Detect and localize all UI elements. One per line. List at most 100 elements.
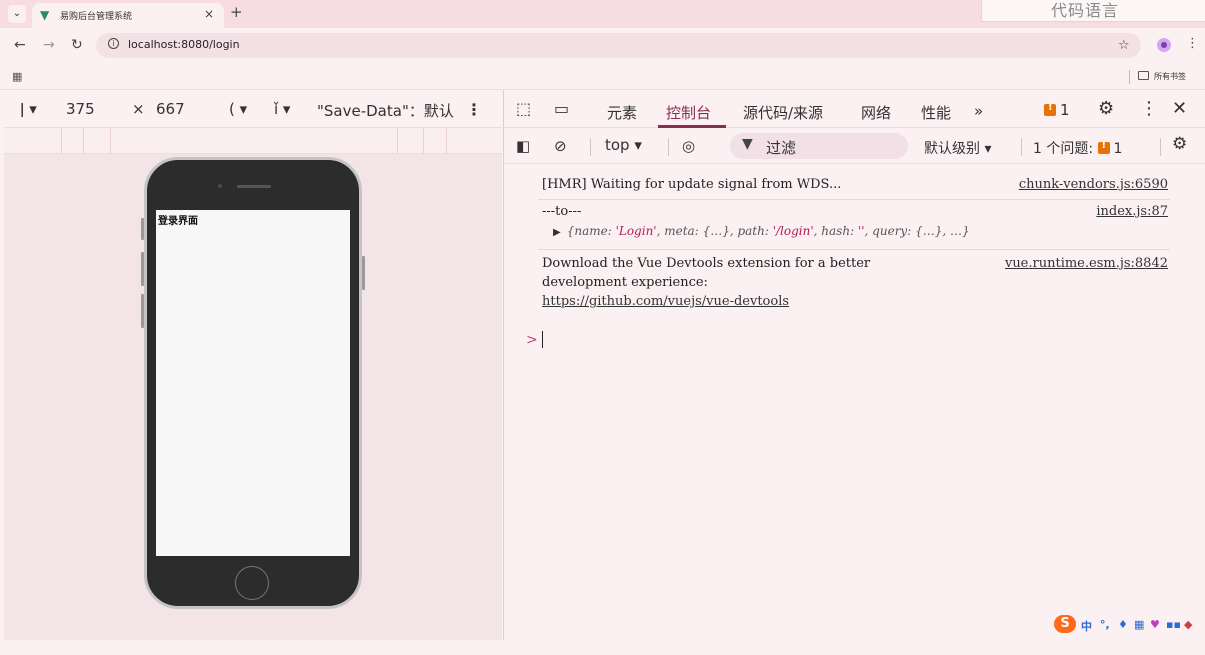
microphone-icon[interactable]: ♦	[1118, 618, 1128, 631]
object-meta-value: {…}	[702, 224, 730, 238]
profile-avatar-icon[interactable]	[1157, 38, 1171, 52]
tab-title: 易购后台管理系统	[60, 12, 133, 22]
console-settings-gear-icon[interactable]: ⚙	[1172, 134, 1187, 154]
ruler-tick	[83, 128, 84, 154]
address-bar: ← → ↻ i localhost:8080/login ☆ ⋮	[0, 28, 1205, 64]
tab-network[interactable]: 网络	[861, 102, 891, 123]
filter-input[interactable]: ▼ 过滤	[730, 133, 908, 159]
warning-icon	[1044, 102, 1056, 116]
home-button-icon	[235, 566, 269, 600]
context-select[interactable]: top ▾	[605, 136, 642, 154]
log-levels-dropdown[interactable]: 默认级别 ▾	[924, 138, 991, 158]
phone-screen[interactable]: 登录界面	[156, 210, 350, 556]
more-tabs-icon[interactable]: »	[974, 102, 983, 120]
bookmark-star-icon[interactable]: ☆	[1118, 38, 1130, 53]
live-expression-eye-icon[interactable]: ◎	[682, 137, 695, 155]
ruler-tick	[446, 128, 447, 154]
width-input[interactable]: 375	[66, 100, 95, 118]
clear-console-icon[interactable]: ⊘	[554, 137, 567, 155]
phone-side-button	[141, 294, 144, 328]
console-message: Download the Vue Devtools extension for …	[542, 256, 1168, 316]
inspect-element-icon[interactable]: ⬚	[516, 99, 531, 118]
media-query-bar[interactable]	[4, 128, 502, 154]
console-output: [HMR] Waiting for update signal from WDS…	[504, 164, 1205, 640]
phone-side-button	[141, 218, 144, 240]
console-message: [HMR] Waiting for update signal from WDS…	[542, 177, 1168, 197]
apps-grid-icon[interactable]: ▦	[12, 70, 22, 83]
object-name-value: 'Login'	[615, 224, 657, 238]
tab-strip: ⌄ ▼ 易购后台管理系统 × + 代码语言	[0, 0, 1205, 28]
ime-mode[interactable]: 中	[1081, 618, 1092, 634]
source-link[interactable]: vue.runtime.esm.js:8842	[1005, 256, 1168, 271]
vue-logo-icon: ▼	[40, 8, 50, 22]
object-more: …}	[949, 224, 970, 238]
speaker-grille	[237, 185, 271, 188]
page-heading: 登录界面	[158, 216, 198, 227]
camera-icon	[218, 184, 222, 188]
throttle-dropdown[interactable]: ǐ ▾	[274, 100, 290, 118]
tab-console[interactable]: 控制台	[666, 102, 711, 123]
close-devtools-icon[interactable]: ✕	[1172, 98, 1187, 119]
devtools-url-link[interactable]: https://github.com/vuejs/vue-devtools	[542, 294, 789, 309]
ime-toolbar: S 中 °, ♦ ▦ ♥ ▪▪ ◆	[1054, 612, 1204, 638]
expand-triangle-icon[interactable]: ▶	[553, 227, 561, 238]
zoom-dropdown[interactable]: ( ▾	[229, 100, 247, 118]
keyboard-icon[interactable]: ▦	[1134, 618, 1144, 631]
ruler-tick	[397, 128, 398, 154]
issues-count: 1	[1113, 141, 1123, 157]
source-link[interactable]: chunk-vendors.js:6590	[1019, 177, 1168, 192]
warning-icon	[1097, 140, 1110, 154]
device-toggle-icon[interactable]: ▭	[554, 99, 569, 118]
phone-side-button	[141, 252, 144, 286]
issues-label: 1 个问题:	[1033, 141, 1094, 157]
browser-menu-icon[interactable]: ⋮	[1186, 36, 1199, 51]
new-tab-button[interactable]: +	[230, 3, 243, 21]
tab-sources[interactable]: 源代码/来源	[743, 102, 823, 123]
issues-link[interactable]: 1 个问题: 1	[1033, 138, 1122, 158]
forward-arrow-icon[interactable]: →	[43, 37, 55, 53]
sidebar-toggle-icon[interactable]: ◧	[516, 137, 530, 155]
dimensions-dropdown[interactable]: ǀ ▾	[20, 100, 37, 118]
close-icon[interactable]: ×	[204, 7, 214, 21]
message-text: Download the Vue Devtools extension for …	[542, 256, 871, 271]
message-text: ---to---	[542, 204, 582, 219]
object-preview[interactable]: ▶ {name: 'Login', meta: {…}, path: '/logi…	[553, 224, 970, 238]
tab-elements[interactable]: 元素	[607, 102, 637, 123]
issues-badge[interactable]: 1	[1044, 101, 1070, 119]
tab-performance[interactable]: 性能	[921, 102, 951, 123]
site-info-icon[interactable]: i	[108, 38, 119, 49]
console-message: ---to--- index.js:87 ▶ {name: 'Login', me…	[542, 204, 1168, 244]
issues-badge-count: 1	[1060, 101, 1070, 119]
punctuation-icon[interactable]: °,	[1100, 618, 1110, 631]
ruler-tick	[110, 128, 111, 154]
omnibox[interactable]: i localhost:8080/login	[96, 33, 1141, 58]
browser-tab[interactable]: ▼ 易购后台管理系统 ×	[32, 3, 224, 28]
skin-icon[interactable]: ♥	[1150, 618, 1160, 631]
toolbar-divider	[1021, 138, 1022, 156]
overlay-panel: 代码语言	[981, 0, 1205, 22]
settings-gear-icon[interactable]: ⚙	[1098, 98, 1114, 119]
bookmarks-divider	[1129, 70, 1130, 84]
sogou-logo-icon[interactable]: S	[1054, 615, 1076, 633]
folder-icon	[1138, 71, 1149, 80]
devtools-menu-icon[interactable]: ⋮	[1140, 98, 1158, 119]
devtools-tab-bar: ⬚ ▭ 元素 控制台 源代码/来源 网络 性能 » 1 ⚙ ⋮ ✕	[504, 90, 1205, 128]
toolbar-divider	[590, 138, 591, 156]
save-data-dropdown[interactable]: "Save-Data"：默认	[317, 100, 454, 121]
url-text[interactable]: localhost:8080/login	[128, 38, 240, 51]
device-toolbar: ǀ ▾ 375 × 667 ( ▾ ǐ ▾ "Save-Data"：默认 ⋮	[4, 90, 502, 128]
ruler-tick	[423, 128, 424, 154]
source-link[interactable]: index.js:87	[1096, 204, 1168, 219]
back-arrow-icon[interactable]: ←	[14, 37, 26, 53]
times-symbol: ×	[132, 100, 145, 118]
settings-shirt-icon[interactable]: ◆	[1184, 618, 1192, 631]
toolbox-icon[interactable]: ▪▪	[1166, 618, 1181, 631]
height-input[interactable]: 667	[156, 100, 185, 118]
reload-icon[interactable]: ↻	[71, 37, 83, 53]
bookmarks-bar: ▦ 所有书签	[0, 64, 1205, 90]
tab-search-button[interactable]: ⌄	[8, 5, 26, 23]
device-more-icon[interactable]: ⋮	[466, 100, 482, 119]
console-input-cursor[interactable]	[542, 331, 543, 348]
all-bookmarks-link[interactable]: 所有书签	[1154, 71, 1186, 82]
message-text: [HMR] Waiting for update signal from WDS…	[542, 177, 842, 192]
